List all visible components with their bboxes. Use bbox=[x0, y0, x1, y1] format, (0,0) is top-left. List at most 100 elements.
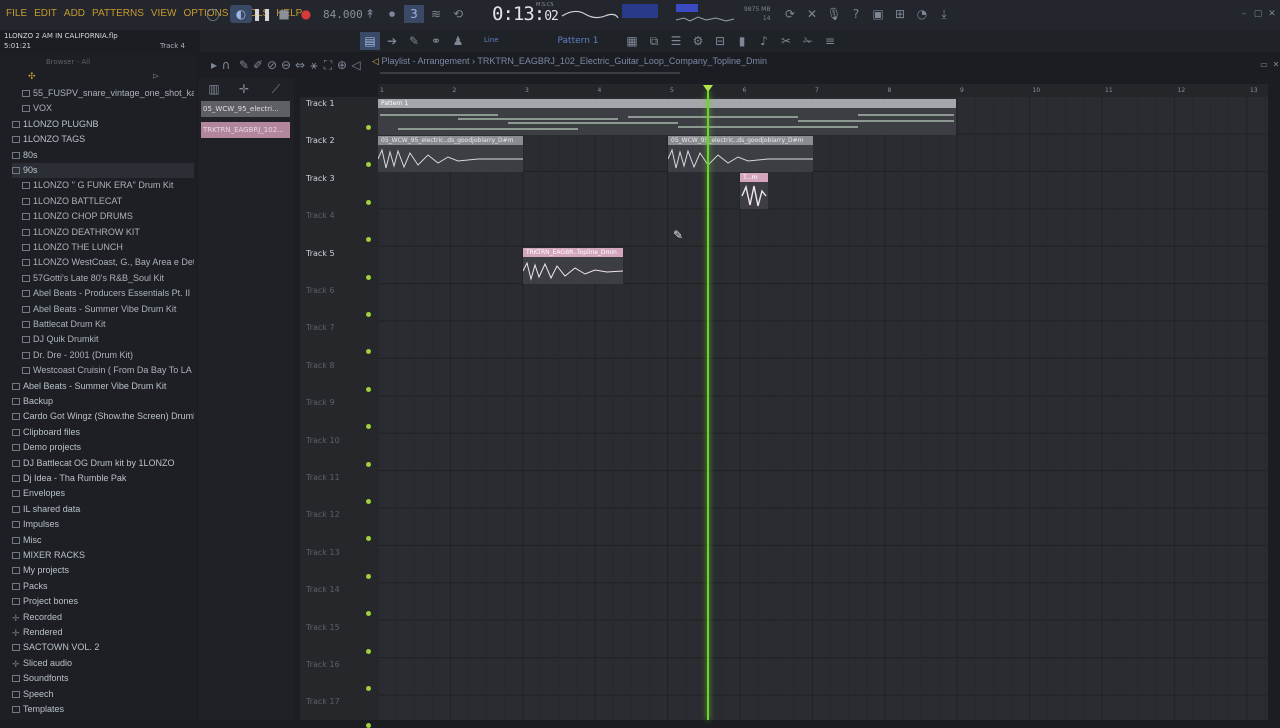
browser-item[interactable]: Soundfonts bbox=[12, 671, 194, 686]
help-icon[interactable]: ? bbox=[846, 5, 866, 23]
track-name[interactable]: Track 2 bbox=[306, 136, 335, 145]
browser-sort-icon[interactable]: ✣ bbox=[28, 72, 36, 82]
track-name[interactable]: Track 14 bbox=[306, 585, 340, 594]
browser-item[interactable]: Abel Beats - Summer Vibe Drum Kit bbox=[12, 379, 194, 394]
pattern-selector[interactable]: Pattern 1 bbox=[540, 33, 616, 49]
track-name[interactable]: Track 1 bbox=[306, 99, 335, 108]
browser-item[interactable]: 1LONZO BATTLECAT bbox=[22, 194, 194, 209]
track-mute-led[interactable] bbox=[366, 274, 371, 280]
picker-item[interactable]: TRKTRN_EAGBRJ_102... bbox=[201, 122, 290, 138]
loop-record-icon[interactable]: ⟲ bbox=[448, 5, 468, 23]
browser-item[interactable]: 57Gotti's Late 80's R&B_Soul Kit bbox=[22, 271, 194, 286]
browser-item[interactable]: SACTOWN VOL. 2 bbox=[12, 640, 194, 655]
close-icon[interactable]: ✕ bbox=[1262, 5, 1280, 23]
track-mute-led[interactable] bbox=[366, 312, 371, 317]
picker-item[interactable]: 05_WCW_95_electri... bbox=[201, 101, 290, 117]
menu-edit[interactable]: EDIT bbox=[34, 8, 57, 19]
track-mute-led[interactable] bbox=[366, 648, 371, 654]
browser-item[interactable]: My projects bbox=[12, 563, 194, 578]
browser-item[interactable]: 90s bbox=[12, 163, 194, 178]
track-name[interactable]: Track 7 bbox=[306, 323, 335, 332]
track-mute-led[interactable] bbox=[366, 386, 371, 392]
stamp-icon[interactable]: ♟ bbox=[448, 32, 468, 50]
browser-item[interactable]: Templates bbox=[12, 702, 194, 717]
track-name[interactable]: Track 13 bbox=[306, 548, 340, 557]
track-name[interactable]: Track 6 bbox=[306, 286, 335, 295]
browser-item[interactable]: Abel Beats - Producers Essentials Pt. II bbox=[22, 286, 194, 301]
track-name[interactable]: Track 16 bbox=[306, 660, 340, 669]
browser-item[interactable]: 1LONZO WestCoast, G., Bay Area e Detroit bbox=[22, 255, 194, 270]
track-name[interactable]: Track 11 bbox=[306, 473, 340, 482]
browser-item[interactable]: Clipboard files bbox=[12, 425, 194, 440]
browser-item[interactable]: VOX bbox=[22, 101, 194, 116]
playlist-scrollbar[interactable] bbox=[380, 72, 680, 74]
plugin-icon[interactable]: ⊞ bbox=[890, 5, 910, 23]
mixer-icon[interactable]: ✕ bbox=[802, 5, 822, 23]
menu-patterns[interactable]: PATTERNS bbox=[92, 8, 144, 19]
plugin-picker-icon[interactable]: ⚙ bbox=[688, 32, 708, 50]
pencil-icon[interactable]: ✎ bbox=[404, 32, 424, 50]
menu-view[interactable]: VIEW bbox=[151, 8, 177, 19]
browser-item[interactable]: 1LONZO PLUGNB bbox=[12, 117, 194, 132]
browser-item[interactable]: Misc bbox=[12, 533, 194, 548]
channel-rack-icon[interactable]: ⧉ bbox=[644, 32, 664, 50]
browser-item[interactable]: 1LONZO DEATHROW KIT bbox=[22, 225, 194, 240]
browser-item[interactable]: 1LONZO CHOP DRUMS bbox=[22, 209, 194, 224]
piano-roll-icon[interactable]: ▦ bbox=[622, 32, 642, 50]
browser-item[interactable]: Demo projects bbox=[12, 440, 194, 455]
link-icon[interactable]: ⚭ bbox=[426, 32, 446, 50]
browser-item[interactable]: Cardo Got Wingz (Show.the Screen) Drumki… bbox=[12, 409, 194, 424]
record-button[interactable]: ● bbox=[296, 5, 316, 23]
browser-search-icon[interactable]: ⊳ bbox=[152, 72, 160, 82]
blend-notes-icon[interactable]: ≋ bbox=[426, 5, 446, 23]
mixer-view-icon[interactable]: ☰ bbox=[666, 32, 686, 50]
browser-item[interactable]: 1LONZO '' G FUNK ERA'' Drum Kit bbox=[22, 178, 194, 193]
browser-item[interactable]: Impulses bbox=[12, 517, 194, 532]
browser-item[interactable]: ✛ Sliced audio bbox=[12, 656, 194, 671]
track-name[interactable]: Track 10 bbox=[306, 436, 340, 445]
track-name[interactable]: Track 5 bbox=[306, 249, 335, 258]
menu-add[interactable]: ADD bbox=[64, 8, 85, 19]
track-mute-led[interactable] bbox=[366, 199, 371, 205]
browser-item[interactable]: 1LONZO TAGS bbox=[12, 132, 194, 147]
browser-item[interactable]: 1LONZO THE LUNCH bbox=[22, 240, 194, 255]
playlist-icon[interactable]: ▤ bbox=[360, 32, 380, 50]
track-name[interactable]: Track 9 bbox=[306, 398, 335, 407]
picker-snap-icon[interactable]: ✛ bbox=[234, 80, 254, 98]
list-icon[interactable]: ≡ bbox=[820, 32, 840, 50]
microphone-icon[interactable]: 🎙 bbox=[824, 5, 844, 23]
browser-item[interactable]: MIXER RACKS bbox=[12, 548, 194, 563]
track-name[interactable]: Track 4 bbox=[306, 211, 335, 220]
browser-item[interactable]: DJ Quik Drumkit bbox=[22, 332, 194, 347]
browser-view-icon[interactable]: ⊟ bbox=[710, 32, 730, 50]
track-mute-led[interactable] bbox=[366, 499, 371, 504]
browser-item[interactable]: Project bones bbox=[12, 594, 194, 609]
playback-tool-icon[interactable]: ◁ bbox=[346, 56, 366, 74]
track-name[interactable]: Track 15 bbox=[306, 623, 340, 632]
browser-item[interactable]: ✛ Recorded bbox=[12, 610, 194, 625]
track-mute-led[interactable] bbox=[366, 723, 371, 728]
browser-item[interactable]: Packs bbox=[12, 579, 194, 594]
browser-item[interactable]: IL shared data bbox=[12, 502, 194, 517]
save-icon[interactable]: ▣ bbox=[868, 5, 888, 23]
track-mute-led[interactable] bbox=[366, 686, 371, 691]
wait-input-icon[interactable]: ⏺ bbox=[382, 5, 402, 23]
track-mute-led[interactable] bbox=[366, 461, 371, 467]
browser-item[interactable]: Abel Beats - Summer Vibe Drum Kit bbox=[22, 302, 194, 317]
countdown-icon[interactable]: 3 bbox=[404, 5, 424, 23]
browser-item[interactable]: DJ Battlecat OG Drum kit by 1LONZO bbox=[12, 456, 194, 471]
browser-item[interactable]: Speech bbox=[12, 687, 194, 702]
browser-item[interactable]: Dj Idea - Tha Rumble Pak bbox=[12, 471, 194, 486]
audio-clip[interactable]: T...m bbox=[740, 173, 768, 209]
browser-item[interactable]: Westcoast Cruisin ( From Da Bay To LA ) bbox=[22, 363, 194, 378]
browser-item[interactable]: ✛ Rendered bbox=[12, 625, 194, 640]
browser-item[interactable]: Dr. Dre - 2001 (Drum Kit) bbox=[22, 348, 194, 363]
stop-button[interactable]: ■ bbox=[274, 5, 294, 23]
metronome-icon[interactable]: ↟ bbox=[360, 5, 380, 23]
chat-icon[interactable]: ◔ bbox=[912, 5, 932, 23]
audio-clip[interactable]: 05_WCW_95_electric..ds_goodjoblarry_D#m bbox=[668, 136, 813, 172]
playlist-grid[interactable] bbox=[378, 97, 1268, 720]
browser-item[interactable]: 55_FUSPV_snare_vintage_one_shot_kasio bbox=[22, 86, 194, 101]
clipboard-icon[interactable]: ▮ bbox=[732, 32, 752, 50]
arrow-right-icon[interactable]: ➔ bbox=[382, 32, 402, 50]
